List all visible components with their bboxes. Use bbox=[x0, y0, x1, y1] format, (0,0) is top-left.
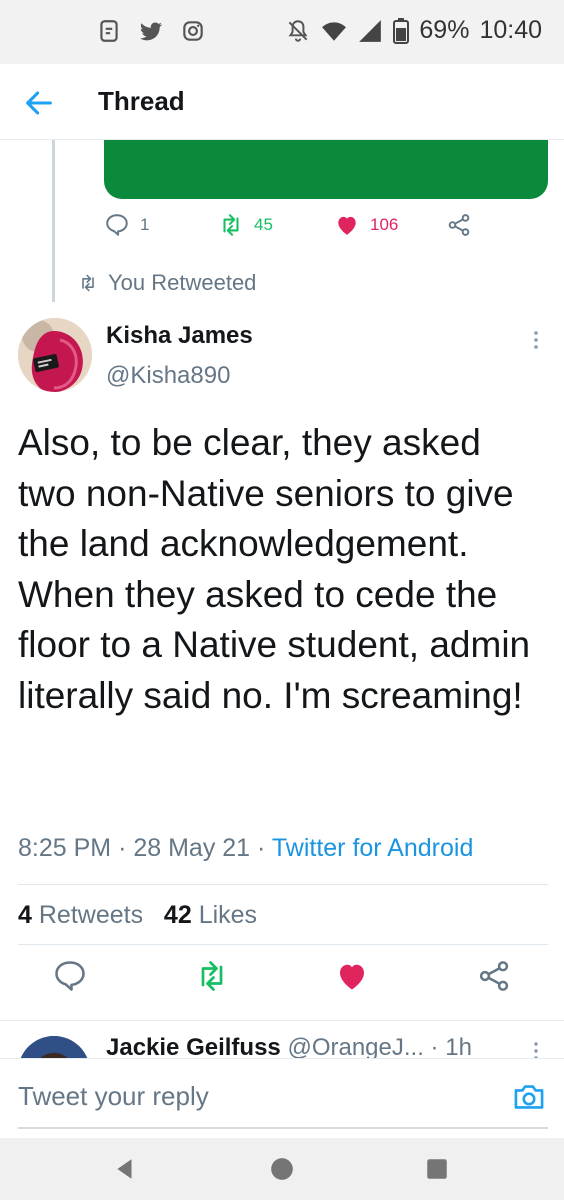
wifi-icon bbox=[322, 21, 347, 41]
retweets-stat[interactable]: 4 Retweets bbox=[18, 901, 143, 929]
battery-percent: 69% bbox=[419, 16, 470, 44]
retweet-context-label: You Retweeted bbox=[108, 270, 257, 295]
previous-like-button[interactable]: 106 bbox=[334, 212, 398, 238]
tweet-meta: 8:25 PM · 28 May 21 · Twitter for Androi… bbox=[18, 834, 473, 863]
reply-icon bbox=[106, 214, 128, 236]
status-bar-system: 69% 10:40 bbox=[285, 16, 542, 45]
clock: 10:40 bbox=[479, 16, 542, 44]
recents-nav-icon[interactable] bbox=[424, 1156, 450, 1182]
tweet-actions bbox=[0, 958, 564, 1002]
reply-separator bbox=[0, 1020, 564, 1021]
instagram-icon bbox=[183, 21, 203, 41]
share-button[interactable] bbox=[476, 958, 512, 994]
retweets-count: 4 bbox=[18, 901, 32, 929]
previous-like-count: 106 bbox=[370, 215, 399, 234]
avatar[interactable] bbox=[18, 318, 92, 392]
divider bbox=[18, 884, 548, 885]
tweet-date: 28 May 21 bbox=[133, 834, 251, 862]
like-button[interactable] bbox=[334, 958, 370, 994]
reply-author-name: Jackie Geilfuss bbox=[106, 1034, 281, 1061]
status-bar-notifications bbox=[96, 18, 206, 44]
previous-reply-button[interactable]: 1 bbox=[104, 212, 149, 238]
previous-reply-count: 1 bbox=[140, 215, 150, 234]
tweet-text: Also, to be clear, they asked two non-Na… bbox=[18, 422, 531, 716]
reply-input-underline bbox=[18, 1127, 548, 1129]
battery-icon bbox=[393, 17, 410, 44]
author-handle[interactable]: @Kisha890 bbox=[106, 362, 230, 390]
reply-button[interactable] bbox=[52, 958, 88, 994]
reply-input[interactable]: Tweet your reply bbox=[18, 1081, 209, 1112]
author-name[interactable]: Kisha James bbox=[106, 322, 253, 350]
divider bbox=[18, 944, 548, 945]
previous-tweet-media[interactable] bbox=[104, 140, 548, 199]
previous-retweet-count: 45 bbox=[254, 215, 273, 234]
retweet-context: You Retweeted bbox=[78, 270, 256, 296]
tweet-source-link[interactable]: Twitter for Android bbox=[272, 834, 473, 862]
meta-separator: · bbox=[257, 834, 272, 862]
previous-share-button[interactable] bbox=[446, 212, 472, 238]
mute-icon bbox=[288, 19, 308, 42]
heart-icon bbox=[338, 216, 356, 235]
tweet-time: 8:25 PM bbox=[18, 834, 112, 862]
retweet-small-icon bbox=[82, 274, 94, 292]
share-icon bbox=[479, 961, 509, 991]
retweet-icon bbox=[223, 214, 239, 236]
signal-icon bbox=[359, 19, 382, 42]
previous-tweet-actions: 1 45 106 bbox=[104, 212, 524, 242]
reply-author-handle: @OrangeJ... bbox=[287, 1034, 424, 1061]
thread-header: Thread bbox=[0, 64, 564, 140]
camera-icon[interactable] bbox=[512, 1081, 546, 1113]
more-options-icon[interactable] bbox=[528, 328, 544, 352]
retweet-button[interactable] bbox=[194, 958, 230, 994]
retweets-label: Retweets bbox=[38, 901, 144, 929]
likes-stat[interactable]: 42 Likes bbox=[164, 901, 257, 929]
likes-label: Likes bbox=[198, 901, 258, 929]
home-nav-icon[interactable] bbox=[269, 1156, 295, 1182]
avatar-image bbox=[18, 318, 92, 392]
arrow-left-icon[interactable] bbox=[22, 86, 56, 120]
reply-composer: Tweet your reply bbox=[0, 1058, 564, 1138]
status-bar: 69% 10:40 bbox=[0, 0, 564, 64]
reply-separator-dot: · bbox=[430, 1034, 446, 1061]
back-nav-icon[interactable] bbox=[112, 1156, 138, 1182]
page-title: Thread bbox=[98, 86, 185, 116]
meta-separator: · bbox=[118, 834, 134, 862]
likes-count: 42 bbox=[163, 901, 192, 929]
heart-icon bbox=[340, 964, 364, 990]
tweet-stats: 4 Retweets 42 Likes bbox=[18, 901, 257, 930]
share-icon bbox=[448, 214, 470, 236]
screenshot-icon bbox=[100, 20, 118, 42]
system-nav-bar bbox=[0, 1138, 564, 1200]
reply-time: 1h bbox=[445, 1034, 472, 1061]
retweet-icon bbox=[201, 961, 223, 991]
previous-retweet-button[interactable]: 45 bbox=[218, 212, 273, 238]
reply-icon bbox=[55, 961, 85, 991]
twitter-icon bbox=[140, 22, 162, 41]
thread-connector-line bbox=[52, 140, 55, 302]
